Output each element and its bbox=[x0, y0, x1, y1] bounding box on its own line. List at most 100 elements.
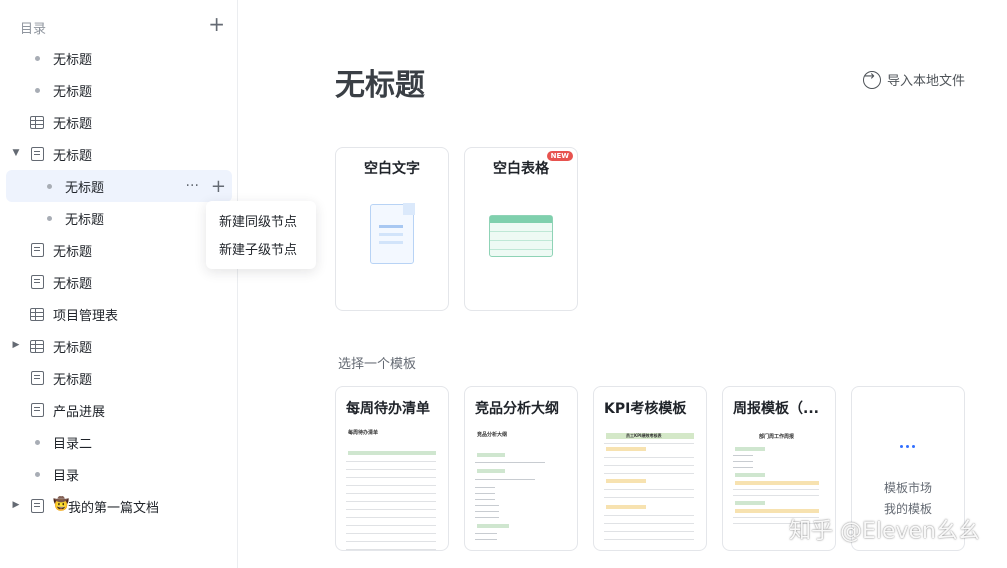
tree-item[interactable]: 产品进展 bbox=[0, 394, 238, 426]
tree-item[interactable]: ▶ 无标题 bbox=[0, 330, 238, 362]
page-title[interactable]: 无标题 bbox=[335, 60, 425, 104]
thumb-block bbox=[606, 479, 646, 483]
tree-item-label: 无标题 bbox=[53, 340, 93, 356]
tree-item-label: 无标题 bbox=[53, 84, 93, 100]
menu-item-new-child[interactable]: 新建子级节点 bbox=[206, 237, 316, 265]
tree-item-selected[interactable]: 无标题 ··· + bbox=[6, 170, 232, 202]
doc-icon bbox=[31, 371, 44, 385]
thumb-line bbox=[604, 523, 694, 524]
add-node-button[interactable]: + bbox=[208, 14, 225, 34]
thumb-line bbox=[604, 457, 694, 458]
blank-sheet-card[interactable]: 空白表格 NEW bbox=[464, 147, 578, 311]
tree-item-label: 无标题 bbox=[53, 116, 93, 132]
tree-item[interactable]: 无标题 bbox=[0, 202, 238, 234]
template-card[interactable]: 每周待办清单 每周待办清单 bbox=[335, 386, 449, 551]
caret-right-icon[interactable]: ▶ bbox=[11, 340, 21, 350]
thumb-line bbox=[346, 469, 436, 470]
thumb-line bbox=[346, 501, 436, 502]
cowboy-emoji-icon: 🤠 bbox=[53, 497, 70, 512]
template-title: 每周待办清单 bbox=[346, 401, 430, 417]
thumb-block bbox=[606, 505, 646, 509]
import-local-file-button[interactable]: 导入本地文件 bbox=[862, 69, 965, 89]
thumb-line bbox=[604, 539, 694, 540]
tree-item-label: 无标题 bbox=[53, 52, 93, 68]
thumb-line bbox=[475, 539, 497, 540]
thumb-line bbox=[346, 477, 436, 478]
thumb-title: 竞品分析大纲 bbox=[477, 432, 508, 438]
tree-item[interactable]: ▶ 🤠 我的第一篇文档 bbox=[0, 490, 238, 522]
sidebar-header: 目录 + bbox=[20, 14, 225, 37]
thumb-block bbox=[477, 453, 505, 457]
doc-icon bbox=[31, 275, 44, 289]
thumb-line bbox=[346, 485, 436, 486]
thumb-line bbox=[733, 495, 819, 496]
thumb-line bbox=[346, 525, 436, 526]
menu-item-new-sibling[interactable]: 新建同级节点 bbox=[206, 209, 316, 237]
node-context-menu: 新建同级节点 新建子级节点 bbox=[206, 201, 316, 269]
sidebar: 目录 + 无标题 无标题 无标题 ▼ 无标题 无标题 ··· + 无标题 无标题… bbox=[0, 0, 238, 568]
thumb-block bbox=[735, 501, 765, 505]
blank-doc-card[interactable]: 空白文字 bbox=[335, 147, 449, 311]
more-icon[interactable]: ··· bbox=[186, 178, 199, 194]
thumb-line bbox=[475, 499, 495, 500]
thumb-line bbox=[604, 473, 694, 474]
bullet-icon bbox=[35, 88, 40, 93]
template-market-link[interactable]: 模板市场 bbox=[852, 479, 964, 496]
thumb-title: 每周待办清单 bbox=[348, 430, 379, 436]
bullet-icon bbox=[35, 56, 40, 61]
thumb-line bbox=[604, 465, 694, 466]
sheet-icon bbox=[30, 308, 44, 321]
template-thumbnail: 竞品分析大纲 bbox=[475, 429, 569, 550]
tree-item[interactable]: 无标题 bbox=[0, 106, 238, 138]
bullet-icon bbox=[35, 440, 40, 445]
caret-down-icon[interactable]: ▼ bbox=[11, 148, 21, 158]
tree-item-label: 无标题 bbox=[65, 180, 105, 196]
tree-item[interactable]: 无标题 bbox=[0, 74, 238, 106]
tree-item-label: 无标题 bbox=[53, 372, 93, 388]
thumb-line bbox=[733, 455, 753, 456]
tree-item[interactable]: 无标题 bbox=[0, 362, 238, 394]
template-title: KPI考核模板 bbox=[604, 401, 687, 417]
thumb-line bbox=[604, 443, 694, 444]
tree-item[interactable]: 目录二 bbox=[0, 426, 238, 458]
tree-item[interactable]: 无标题 bbox=[0, 42, 238, 74]
tree-item[interactable]: 无标题 bbox=[0, 266, 238, 298]
bullet-icon bbox=[47, 184, 52, 189]
thumb-line bbox=[733, 489, 819, 490]
thumb-line bbox=[346, 549, 436, 550]
doc-icon bbox=[31, 243, 44, 257]
tree-item[interactable]: 目录 bbox=[0, 458, 238, 490]
thumb-line bbox=[346, 493, 436, 494]
tree-item[interactable]: ▼ 无标题 bbox=[0, 138, 238, 170]
sheet-icon bbox=[30, 340, 44, 353]
caret-right-icon[interactable]: ▶ bbox=[11, 500, 21, 510]
thumb-line bbox=[346, 461, 436, 462]
tree-item-label: 目录二 bbox=[53, 436, 93, 452]
thumb-line bbox=[475, 462, 545, 463]
template-title: 周报模板（... bbox=[733, 401, 819, 417]
directory-tree: 无标题 无标题 无标题 ▼ 无标题 无标题 ··· + 无标题 无标题 无标题 … bbox=[0, 42, 238, 522]
sheet-icon bbox=[30, 116, 44, 129]
thumb-line bbox=[346, 517, 436, 518]
tree-item[interactable]: 无标题 bbox=[0, 234, 238, 266]
tree-item[interactable]: 项目管理表 bbox=[0, 298, 238, 330]
tree-item-label: 目录 bbox=[53, 468, 80, 484]
add-child-icon[interactable]: + bbox=[211, 176, 226, 197]
thumb-line bbox=[346, 509, 436, 510]
bullet-icon bbox=[35, 472, 40, 477]
more-dots-icon bbox=[900, 445, 920, 448]
template-card[interactable]: 竞品分析大纲 竞品分析大纲 bbox=[464, 386, 578, 551]
thumb-line bbox=[475, 533, 497, 534]
thumb-line bbox=[604, 497, 694, 498]
template-card[interactable]: KPI考核模板 员工KPI绩效考核表 bbox=[593, 386, 707, 551]
thumb-line bbox=[475, 517, 499, 518]
thumb-line bbox=[475, 511, 499, 512]
template-thumbnail: 员工KPI绩效考核表 bbox=[604, 429, 698, 550]
tree-item-label: 我的第一篇文档 bbox=[68, 500, 160, 516]
thumb-line bbox=[604, 489, 694, 490]
thumb-block bbox=[735, 481, 819, 485]
doc-icon bbox=[31, 147, 44, 161]
templates-heading: 选择一个模板 bbox=[338, 357, 417, 372]
card-title: 空白文字 bbox=[364, 161, 420, 177]
thumb-line bbox=[475, 493, 495, 494]
